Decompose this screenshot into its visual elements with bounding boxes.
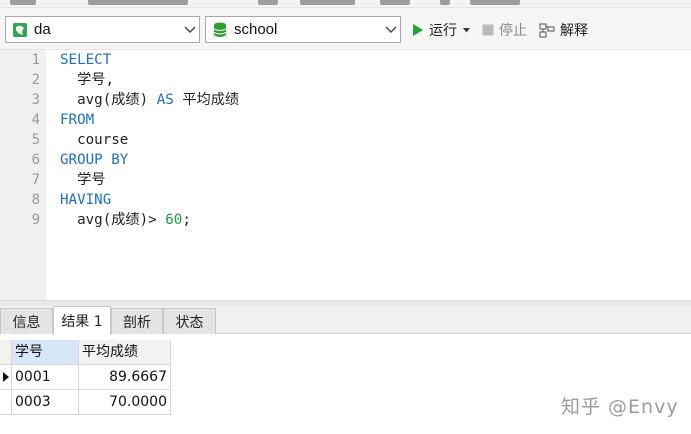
code-line[interactable]: 学号 xyxy=(60,170,105,190)
stop-icon xyxy=(482,24,494,36)
tab-info-label: 信息 xyxy=(12,314,41,331)
code-line[interactable]: FROM xyxy=(60,110,94,130)
code-line[interactable]: avg(成绩) AS 平均成绩 xyxy=(60,90,239,110)
sql-keyword: FROM xyxy=(60,112,95,128)
sql-text: ; xyxy=(182,212,191,228)
result-grid: 学号 平均成绩 0001 89.6667 0003 70.0000 xyxy=(0,334,691,434)
stop-label: 停止 xyxy=(499,23,527,39)
sql-text: 学号 xyxy=(60,172,106,188)
sql-text: course xyxy=(60,132,129,148)
chevron-down-icon[interactable] xyxy=(181,17,199,42)
sql-keyword: AS xyxy=(156,92,174,108)
connection-icon xyxy=(12,22,28,38)
line-number: 6 xyxy=(31,152,40,168)
tab-profile-label: 剖析 xyxy=(123,314,151,331)
explain-label: 解释 xyxy=(560,23,588,39)
code-line[interactable]: avg(成绩)> 60; xyxy=(60,210,191,230)
chevron-down-icon[interactable] xyxy=(382,17,400,42)
line-number-gutter: 1 2 3 4 5 6 7 8 9 xyxy=(0,50,46,300)
database-value: school xyxy=(234,21,278,38)
sql-keyword: HAVING xyxy=(60,192,112,208)
code-line[interactable]: SELECT xyxy=(60,50,111,70)
column-header-student-id[interactable]: 学号 xyxy=(12,340,79,365)
table-cell[interactable]: 0003 xyxy=(12,390,79,415)
play-icon xyxy=(412,23,424,37)
run-dropdown-icon[interactable] xyxy=(463,27,470,33)
table-cell[interactable]: 70.0000 xyxy=(79,390,171,415)
result-tabs: 信息 结果 1 剖析 状态 xyxy=(0,306,691,335)
line-number: 7 xyxy=(31,172,40,188)
connection-select[interactable]: da xyxy=(5,16,200,43)
line-number: 3 xyxy=(31,92,40,108)
line-number: 5 xyxy=(31,132,40,148)
tab-profile[interactable]: 剖析 xyxy=(111,308,163,334)
code-line[interactable]: course xyxy=(60,130,128,150)
sql-text: avg(成绩)> xyxy=(60,212,166,228)
tab-status[interactable]: 状态 xyxy=(163,308,216,334)
run-button[interactable]: 运行 xyxy=(412,20,470,40)
database-icon xyxy=(212,22,228,38)
sql-text: 平均成绩 xyxy=(173,92,240,108)
sql-keyword: GROUP BY xyxy=(60,152,129,168)
query-toolbar: da school 运行 停止 解释 xyxy=(0,8,691,50)
tab-status-label: 状态 xyxy=(175,314,204,331)
watermark-text: 知乎 @Envy xyxy=(561,396,679,418)
tab-result-1-label: 结果 1 xyxy=(61,314,103,330)
column-header-average-score[interactable]: 平均成绩 xyxy=(79,340,171,365)
code-line[interactable]: 学号, xyxy=(60,70,114,90)
table-cell[interactable]: 89.6667 xyxy=(79,365,171,390)
run-label: 运行 xyxy=(429,23,457,39)
sql-keyword: SELECT xyxy=(60,52,112,68)
database-select[interactable]: school xyxy=(205,16,401,43)
top-menu-strip xyxy=(0,0,691,8)
tab-info[interactable]: 信息 xyxy=(0,308,53,334)
sql-text: 学号, xyxy=(60,72,114,88)
explain-icon xyxy=(539,23,556,38)
current-row-icon xyxy=(2,372,9,382)
sql-text: avg(成绩) xyxy=(60,92,157,108)
row-selector[interactable] xyxy=(0,390,12,415)
table-cell[interactable]: 0001 xyxy=(12,365,79,390)
stop-button[interactable]: 停止 xyxy=(482,20,527,40)
sql-number: 60 xyxy=(165,212,183,228)
row-selector[interactable] xyxy=(0,365,12,390)
line-number: 2 xyxy=(31,72,40,88)
line-number: 4 xyxy=(31,112,40,128)
line-number: 1 xyxy=(31,52,40,68)
row-header-corner[interactable] xyxy=(0,340,12,365)
code-line[interactable]: GROUP BY xyxy=(60,150,128,170)
tab-result-1[interactable]: 结果 1 xyxy=(53,306,111,335)
code-line[interactable]: HAVING xyxy=(60,190,111,210)
connection-value: da xyxy=(34,21,51,38)
explain-button[interactable]: 解释 xyxy=(539,20,588,40)
line-number: 8 xyxy=(31,192,40,208)
sql-editor[interactable]: 1 2 3 4 5 6 7 8 9 SELECT 学号, avg(成绩) AS … xyxy=(0,50,691,300)
line-number: 9 xyxy=(31,212,40,228)
